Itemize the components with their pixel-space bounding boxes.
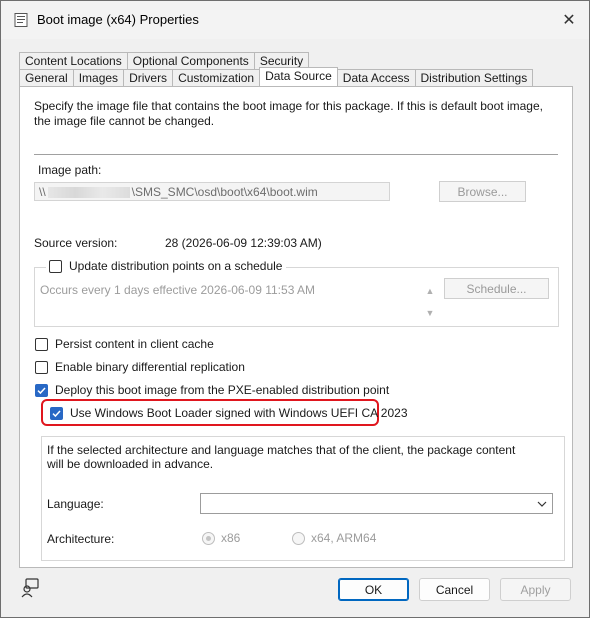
tab-data-access[interactable]: Data Access [336, 69, 416, 86]
arch-x64-radio[interactable] [292, 531, 305, 545]
section-divider [34, 154, 558, 155]
tab-general[interactable]: General [19, 69, 74, 86]
tab-distribution-settings[interactable]: Distribution Settings [414, 69, 534, 86]
checkmark-icon [52, 409, 61, 417]
properties-dialog: Boot image (x64) Properties ✕ Content Lo… [0, 0, 590, 618]
architecture-label: Architecture: [47, 532, 115, 546]
window-title: Boot image (x64) Properties [37, 12, 199, 27]
binary-replication-label: Enable binary differential replication [55, 360, 245, 374]
persist-content-checkbox[interactable] [35, 337, 48, 351]
deploy-pxe-checkbox[interactable] [35, 383, 48, 397]
data-source-panel: Specify the image file that contains the… [19, 86, 573, 568]
deploy-pxe-row[interactable]: Deploy this boot image from the PXE-enab… [35, 383, 389, 397]
image-path-suffix: \SMS_SMC\osd\boot\x64\boot.wim [131, 185, 318, 199]
tab-data-source[interactable]: Data Source [259, 67, 338, 86]
arch-x86-label: x86 [221, 531, 241, 545]
uefi-ca-row[interactable]: Use Windows Boot Loader signed with Wind… [50, 406, 408, 420]
tab-content-locations[interactable]: Content Locations [19, 52, 128, 69]
cancel-button[interactable]: Cancel [419, 578, 490, 601]
arch-x86-radio[interactable] [202, 531, 215, 545]
arch-x86-row[interactable]: x86 [202, 531, 240, 545]
update-schedule-label: Update distribution points on a schedule [69, 259, 283, 273]
source-version-label: Source version: [34, 236, 118, 250]
close-button[interactable]: ✕ [555, 7, 583, 33]
data-source-description: Specify the image file that contains the… [34, 99, 543, 128]
tab-row-front: General Images Drivers Customization Dat… [19, 67, 534, 86]
scroll-up-icon[interactable]: ▲ [425, 286, 435, 296]
arch-x64-row[interactable]: x64, ARM64 [292, 531, 376, 545]
persist-content-label: Persist content in client cache [55, 337, 214, 351]
persist-content-row[interactable]: Persist content in client cache [35, 337, 214, 351]
language-label: Language: [47, 497, 104, 511]
language-select[interactable] [200, 493, 553, 514]
tab-drivers[interactable]: Drivers [123, 69, 174, 86]
image-path-label: Image path: [38, 163, 102, 177]
ok-button[interactable]: OK [338, 578, 409, 601]
image-path-prefix: \\ [39, 185, 46, 199]
binary-replication-checkbox[interactable] [35, 360, 48, 374]
uefi-ca-label: Use Windows Boot Loader signed with Wind… [70, 406, 408, 420]
tab-optional-components[interactable]: Optional Components [126, 52, 255, 69]
schedule-checkbox-row[interactable]: Update distribution points on a schedule [46, 259, 287, 273]
properties-window-icon [13, 12, 29, 28]
apply-button[interactable]: Apply [500, 578, 571, 601]
chevron-down-icon [537, 501, 547, 507]
title-bar: Boot image (x64) Properties ✕ [1, 1, 589, 39]
update-schedule-checkbox[interactable] [49, 259, 62, 273]
close-icon: ✕ [562, 12, 576, 29]
redacted-server-name [47, 187, 130, 199]
browse-button[interactable]: Browse... [439, 181, 526, 202]
binary-replication-row[interactable]: Enable binary differential replication [35, 360, 245, 374]
scroll-down-icon[interactable]: ▼ [425, 308, 435, 318]
deploy-pxe-label: Deploy this boot image from the PXE-enab… [55, 383, 390, 397]
tab-customization[interactable]: Customization [172, 69, 261, 86]
schedule-text: Occurs every 1 days effective 2026-06-09… [40, 283, 316, 297]
checkmark-icon [37, 386, 46, 394]
tab-images[interactable]: Images [72, 69, 125, 86]
image-path-field[interactable]: \\ \SMS_SMC\osd\boot\x64\boot.wim [34, 182, 390, 201]
schedule-button[interactable]: Schedule... [444, 278, 549, 299]
source-version-value: 28 (2026-06-09 12:39:03 AM) [165, 236, 322, 250]
help-context-icon[interactable] [19, 577, 41, 599]
uefi-ca-checkbox[interactable] [50, 406, 63, 420]
arch-x64-label: x64, ARM64 [311, 531, 377, 545]
architecture-description: If the selected architecture and languag… [47, 443, 516, 471]
